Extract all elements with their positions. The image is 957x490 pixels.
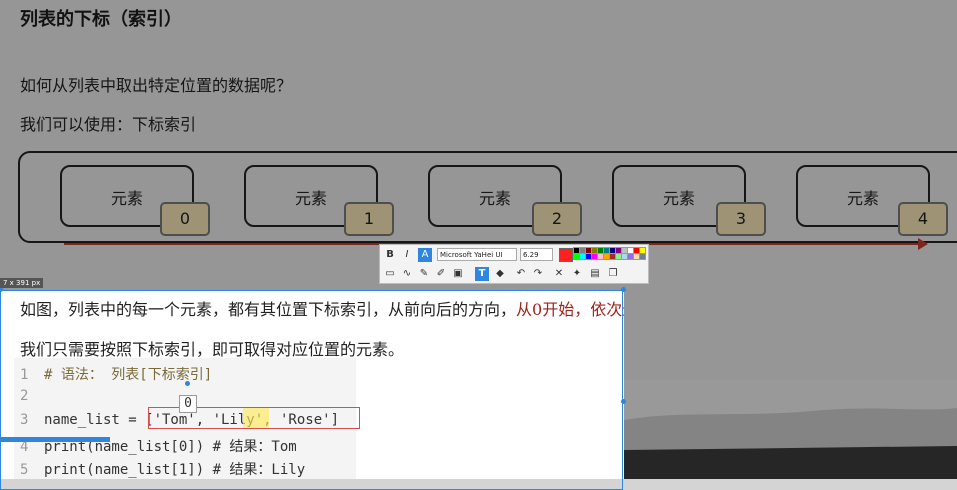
color-swatch[interactable]: [627, 247, 634, 254]
copy-icon[interactable]: ❐: [606, 267, 620, 281]
annotation-toolbar: B I A Microsoft YaHei UI 6.29 ▭ ∿ ✎ ✐ ▣ …: [379, 244, 649, 284]
pen-icon[interactable]: ✎: [417, 267, 431, 281]
color-swatch[interactable]: [591, 253, 598, 260]
undo-icon[interactable]: ↶: [514, 267, 528, 281]
progress-highlight-bar: [0, 437, 110, 442]
code-text: print(name_list[1]) # 结果：Lily: [44, 462, 306, 478]
line-number: 2: [20, 388, 29, 404]
color-swatch[interactable]: [639, 247, 646, 254]
color-swatch[interactable]: [573, 247, 580, 254]
line-number: 1: [20, 367, 29, 383]
redo-icon[interactable]: ↷: [531, 267, 545, 281]
resize-handle-top-right[interactable]: [621, 287, 626, 292]
eraser-icon[interactable]: ◆: [493, 267, 507, 281]
color-swatch[interactable]: [591, 247, 598, 254]
font-family-select[interactable]: Microsoft YaHei UI: [437, 248, 517, 261]
question-text: 如何从列表中取出特定位置的数据呢？: [20, 76, 293, 95]
color-swatch[interactable]: [579, 247, 586, 254]
index-badge-0: 0: [160, 202, 210, 236]
color-swatch[interactable]: [621, 247, 628, 254]
capture-selection[interactable]: 如图，列表中的每一个元素，都有其位置下标索引，从前向后的方向，从0开始，依次递增…: [0, 290, 624, 479]
index-badge-1: 1: [344, 202, 394, 236]
index-badge-4: 4: [898, 202, 948, 236]
color-swatch[interactable]: [633, 247, 640, 254]
color-swatch[interactable]: [603, 253, 610, 260]
color-swatch[interactable]: [627, 253, 634, 260]
line-number: 3: [20, 412, 29, 428]
color-swatch[interactable]: [621, 253, 628, 260]
resize-handle-right[interactable]: [621, 399, 626, 404]
description-text: 如图，列表中的每一个元素，都有其位置下标索引，从前向后的方向，从0开始，依次递增: [20, 296, 624, 320]
text-color-button[interactable]: A: [418, 248, 432, 262]
color-swatch[interactable]: [639, 253, 646, 260]
close-icon[interactable]: ✕: [552, 267, 566, 281]
direction-arrow-head: [918, 238, 928, 250]
code-line-2: 2: [20, 388, 44, 404]
annotation-text-box[interactable]: 0: [179, 395, 197, 413]
current-color-swatch[interactable]: [559, 248, 573, 262]
description-highlight: 从0开始，依次递增: [516, 300, 624, 319]
bold-button[interactable]: B: [383, 248, 397, 262]
pin-icon[interactable]: ✦: [570, 267, 584, 281]
font-size-select[interactable]: 6.29: [520, 248, 553, 261]
slide-title: 列表的下标（索引）: [20, 9, 182, 30]
description-text-2: 我们只需要按照下标索引，即可取得对应位置的元素。: [20, 340, 405, 359]
color-swatch[interactable]: [615, 253, 622, 260]
color-swatch[interactable]: [615, 247, 622, 254]
color-swatch[interactable]: [573, 253, 580, 260]
color-swatch[interactable]: [585, 253, 592, 260]
text-box-handle[interactable]: [185, 381, 190, 386]
save-icon[interactable]: ▤: [588, 267, 602, 281]
text-icon[interactable]: T: [475, 267, 489, 281]
italic-button[interactable]: I: [400, 248, 414, 262]
video-background: [624, 380, 957, 479]
code-line-1: 1 # 语法： 列表[下标索引]: [20, 364, 212, 384]
marker-icon[interactable]: ✐: [434, 267, 448, 281]
color-swatch[interactable]: [597, 247, 604, 254]
color-swatch[interactable]: [585, 247, 592, 254]
index-badge-3: 3: [716, 202, 766, 236]
answer-text: 我们可以使用：下标索引: [20, 115, 197, 134]
description-main: 如图，列表中的每一个元素，都有其位置下标索引，从前向后的方向，: [20, 300, 517, 319]
color-swatch[interactable]: [609, 253, 616, 260]
color-swatch[interactable]: [579, 253, 586, 260]
color-swatch[interactable]: [609, 247, 616, 254]
color-swatch[interactable]: [603, 247, 610, 254]
color-swatch[interactable]: [633, 253, 640, 260]
index-badge-2: 2: [532, 202, 582, 236]
code-line-5: 5 print(name_list[1]) # 结果：Lily: [20, 459, 305, 479]
curve-icon[interactable]: ∿: [400, 267, 414, 281]
selection-size-label: 7 x 391 px: [0, 278, 44, 288]
rect-icon[interactable]: ▭: [383, 267, 397, 281]
mosaic-icon[interactable]: ▣: [451, 267, 465, 281]
line-number: 5: [20, 462, 29, 478]
color-swatch[interactable]: [597, 253, 604, 260]
